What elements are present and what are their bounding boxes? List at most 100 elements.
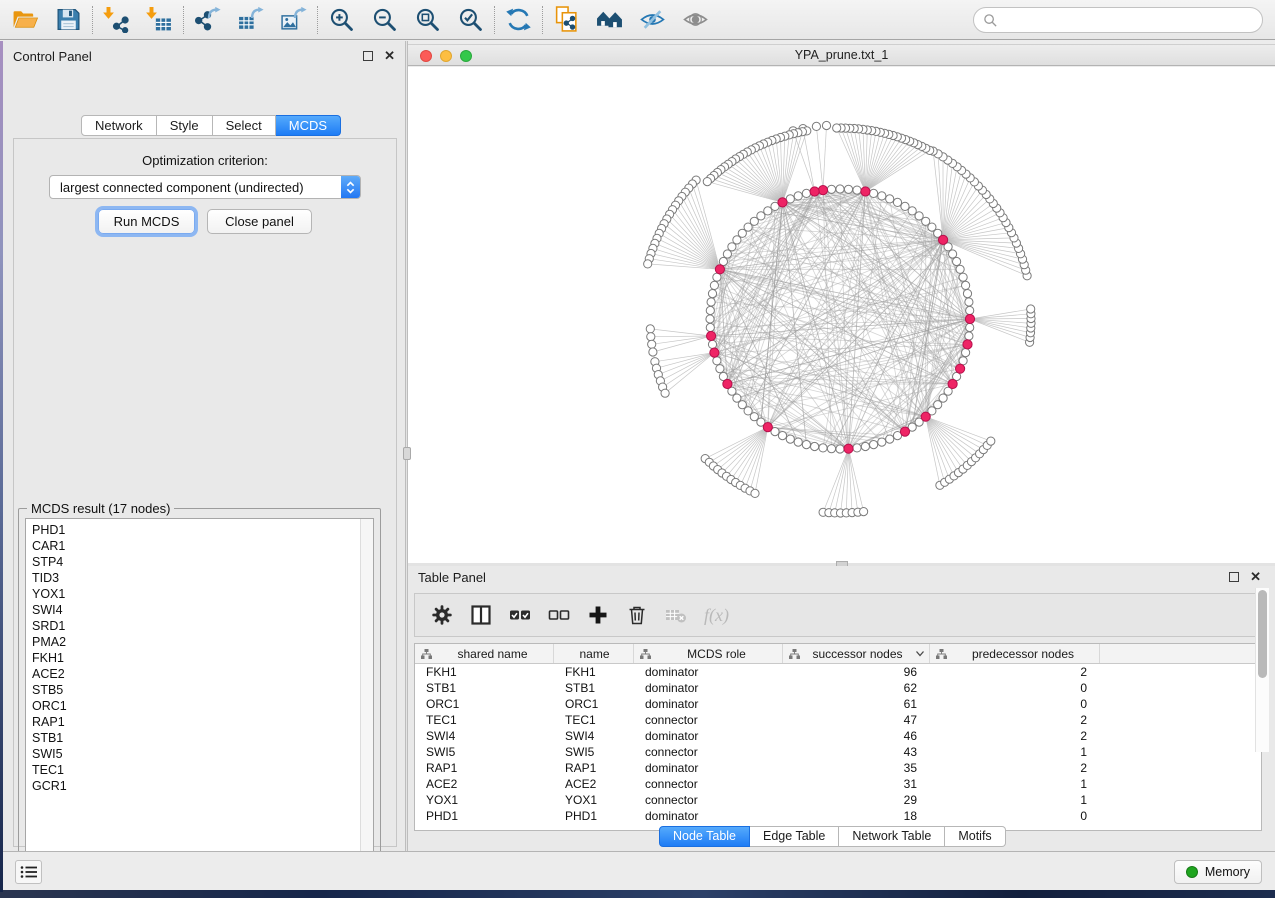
float-panel-icon[interactable]	[1229, 572, 1239, 582]
eye-slash-icon[interactable]	[639, 6, 666, 33]
deselect-all-icon[interactable]	[548, 604, 570, 626]
network-graph[interactable]	[408, 67, 1275, 563]
list-item[interactable]: FKH1	[32, 650, 373, 666]
list-item[interactable]: SRD1	[32, 618, 373, 634]
delete-table-icon	[665, 604, 687, 626]
tab-select[interactable]: Select	[213, 115, 276, 136]
table-row[interactable]: ORC1ORC1dominator610	[415, 696, 1261, 712]
toolbar-divider	[183, 6, 184, 34]
tab-mcds[interactable]: MCDS	[276, 115, 341, 136]
table-cell: 47	[783, 712, 930, 728]
zoom-in-icon[interactable]	[328, 6, 355, 33]
list-item[interactable]: TID3	[32, 570, 373, 586]
optimization-criterion-label: Optimization criterion:	[14, 153, 396, 168]
export-network-icon[interactable]	[194, 6, 221, 33]
export-table-icon[interactable]	[237, 6, 264, 33]
import-table-icon[interactable]	[146, 6, 173, 33]
task-history-button[interactable]	[15, 860, 42, 884]
table-cell: FKH1	[415, 664, 554, 680]
list-item[interactable]: STB5	[32, 682, 373, 698]
column-header-shared-name[interactable]: shared name	[415, 644, 554, 663]
run-mcds-button[interactable]: Run MCDS	[98, 209, 195, 234]
list-item[interactable]: CAR1	[32, 538, 373, 554]
table-cell: 0	[930, 680, 1100, 696]
trash-icon[interactable]	[626, 604, 648, 626]
network-window-titlebar[interactable]: YPA_prune.txt_1	[408, 44, 1275, 66]
tab-style[interactable]: Style	[157, 115, 213, 136]
table-row[interactable]: SWI4SWI4dominator462	[415, 728, 1261, 744]
add-icon[interactable]	[587, 604, 609, 626]
eye-icon[interactable]	[682, 6, 709, 33]
table-row[interactable]: TEC1TEC1connector472	[415, 712, 1261, 728]
table-row[interactable]: SWI5SWI5connector431	[415, 744, 1261, 760]
table-row[interactable]: YOX1YOX1connector291	[415, 792, 1261, 808]
columns-icon[interactable]	[470, 604, 492, 626]
table-cell: SWI5	[415, 744, 554, 760]
column-header-predecessor-nodes[interactable]: predecessor nodes	[930, 644, 1100, 663]
control-panel: Control Panel ✕ NetworkStyleSelectMCDS O…	[3, 41, 405, 851]
search-field[interactable]	[973, 7, 1263, 33]
table-cell: 0	[930, 808, 1100, 824]
list-item[interactable]: ORC1	[32, 698, 373, 714]
list-item[interactable]: RAP1	[32, 714, 373, 730]
export-image-icon[interactable]	[280, 6, 307, 33]
table-row[interactable]: STB1STB1dominator620	[415, 680, 1261, 696]
close-panel-button[interactable]: Close panel	[207, 209, 312, 234]
table-row[interactable]: RAP1RAP1dominator352	[415, 760, 1261, 776]
scrollbar-thumb[interactable]	[1258, 590, 1267, 678]
table-scrollbar[interactable]	[1255, 588, 1269, 752]
table-cell: ORC1	[554, 696, 634, 712]
result-scrollbar[interactable]	[360, 519, 373, 872]
zoom-selected-icon[interactable]	[457, 6, 484, 33]
list-item[interactable]: PHD1	[32, 522, 373, 538]
list-item[interactable]: YOX1	[32, 586, 373, 602]
list-item[interactable]: ACE2	[32, 666, 373, 682]
column-header-MCDS-role[interactable]: MCDS role	[634, 644, 783, 663]
import-network-icon[interactable]	[103, 6, 130, 33]
table-row[interactable]: FKH1FKH1dominator962	[415, 664, 1261, 680]
memory-button[interactable]: Memory	[1174, 860, 1262, 884]
zoom-out-icon[interactable]	[371, 6, 398, 33]
list-item[interactable]: STB1	[32, 730, 373, 746]
node-table: shared namenameMCDS rolesuccessor nodesp…	[414, 643, 1262, 831]
criterion-select[interactable]: largest connected component (undirected)	[49, 175, 361, 199]
table-cell: dominator	[634, 680, 783, 696]
list-item[interactable]: SWI5	[32, 746, 373, 762]
tab-network-table[interactable]: Network Table	[839, 826, 945, 847]
tab-node-table[interactable]: Node Table	[659, 826, 750, 847]
control-panel-title: Control Panel	[13, 49, 92, 64]
tab-motifs[interactable]: Motifs	[945, 826, 1005, 847]
column-header-successor-nodes[interactable]: successor nodes	[783, 644, 930, 663]
list-item[interactable]: PMA2	[32, 634, 373, 650]
list-item[interactable]: SWI4	[32, 602, 373, 618]
documents-share-icon[interactable]	[553, 6, 580, 33]
table-cell: 2	[930, 728, 1100, 744]
column-header-name[interactable]: name	[554, 644, 634, 663]
tab-network[interactable]: Network	[81, 115, 157, 136]
list-item[interactable]: STP4	[32, 554, 373, 570]
table-cell: PHD1	[415, 808, 554, 824]
table-panel-tabs: Node TableEdge TableNetwork TableMotifs	[659, 826, 1006, 848]
table-cell: 0	[930, 696, 1100, 712]
float-panel-icon[interactable]	[363, 51, 373, 61]
table-cell: dominator	[634, 760, 783, 776]
list-item[interactable]: TEC1	[32, 762, 373, 778]
splitter-handle[interactable]	[403, 447, 411, 460]
select-all-icon[interactable]	[509, 604, 531, 626]
search-input[interactable]	[998, 10, 1262, 30]
close-panel-icon[interactable]: ✕	[1250, 570, 1261, 584]
close-panel-icon[interactable]: ✕	[384, 49, 395, 63]
gear-icon[interactable]	[431, 604, 453, 626]
houses-icon[interactable]	[596, 6, 623, 33]
open-folder-icon[interactable]	[12, 6, 39, 33]
mcds-result-list[interactable]: PHD1CAR1STP4TID3YOX1SWI4SRD1PMA2FKH1ACE2…	[25, 518, 374, 873]
vertical-splitter[interactable]	[405, 41, 408, 851]
save-icon[interactable]	[55, 6, 82, 33]
table-row[interactable]: ACE2ACE2connector311	[415, 776, 1261, 792]
table-row[interactable]: PHD1PHD1dominator180	[415, 808, 1261, 824]
list-item[interactable]: GCR1	[32, 778, 373, 794]
network-view[interactable]	[408, 67, 1275, 563]
zoom-fit-icon[interactable]	[414, 6, 441, 33]
tab-edge-table[interactable]: Edge Table	[750, 826, 839, 847]
refresh-icon[interactable]	[505, 6, 532, 33]
